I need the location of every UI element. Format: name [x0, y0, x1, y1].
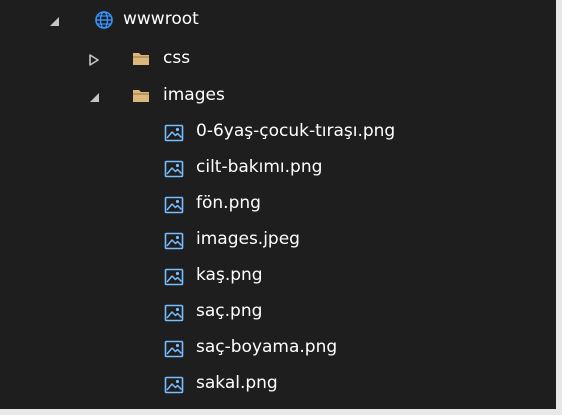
tree-item-label: 0-6yaş-çocuk-tıraşı.png — [196, 121, 396, 141]
image-file-icon — [164, 231, 184, 251]
globe-icon — [94, 10, 114, 30]
file-tree: wwwroot css images 0-6yaş-çocuk-tıraşı.p… — [0, 0, 556, 396]
tree-item-label: saç-boyama.png — [196, 337, 338, 357]
tree-item-label: fön.png — [196, 193, 261, 213]
tree-item-css[interactable]: css — [0, 41, 556, 77]
folder-icon — [131, 49, 151, 69]
image-file-icon — [164, 195, 184, 215]
image-file-icon — [164, 375, 184, 395]
tree-item-file[interactable]: sakal.png — [0, 366, 556, 402]
tree-item-file[interactable]: fön.png — [0, 186, 556, 222]
tree-item-file[interactable]: 0-6yaş-çocuk-tıraşı.png — [0, 114, 556, 150]
image-file-icon — [164, 339, 184, 359]
tree-item-file[interactable]: cilt-bakımı.png — [0, 150, 556, 186]
solution-explorer: wwwroot css images 0-6yaş-çocuk-tıraşı.p… — [0, 0, 562, 415]
expanded-arrow-icon[interactable] — [87, 89, 101, 103]
tree-item-label: cilt-bakımı.png — [196, 157, 323, 177]
tree-item-label: wwwroot — [123, 9, 199, 29]
image-file-icon — [164, 159, 184, 179]
tree-item-wwwroot[interactable]: wwwroot — [0, 2, 556, 38]
tree-item-label: images — [163, 85, 225, 105]
image-file-icon — [164, 123, 184, 143]
tree-item-label: kaş.png — [196, 265, 263, 285]
folder-icon — [131, 86, 151, 106]
tree-item-file[interactable]: saç-boyama.png — [0, 330, 556, 366]
tree-item-images[interactable]: images — [0, 78, 556, 114]
image-file-icon — [164, 267, 184, 287]
tree-item-label: sakal.png — [196, 373, 278, 393]
tree-item-file[interactable]: images.jpeg — [0, 222, 556, 258]
tree-item-file[interactable]: saç.png — [0, 294, 556, 330]
tree-item-label: images.jpeg — [196, 229, 300, 249]
image-file-icon — [164, 303, 184, 323]
tree-item-label: saç.png — [196, 301, 263, 321]
tree-item-file[interactable]: kaş.png — [0, 258, 556, 294]
expanded-arrow-icon[interactable] — [47, 13, 61, 27]
collapsed-arrow-icon[interactable] — [87, 52, 101, 66]
tree-item-label: css — [163, 48, 191, 68]
